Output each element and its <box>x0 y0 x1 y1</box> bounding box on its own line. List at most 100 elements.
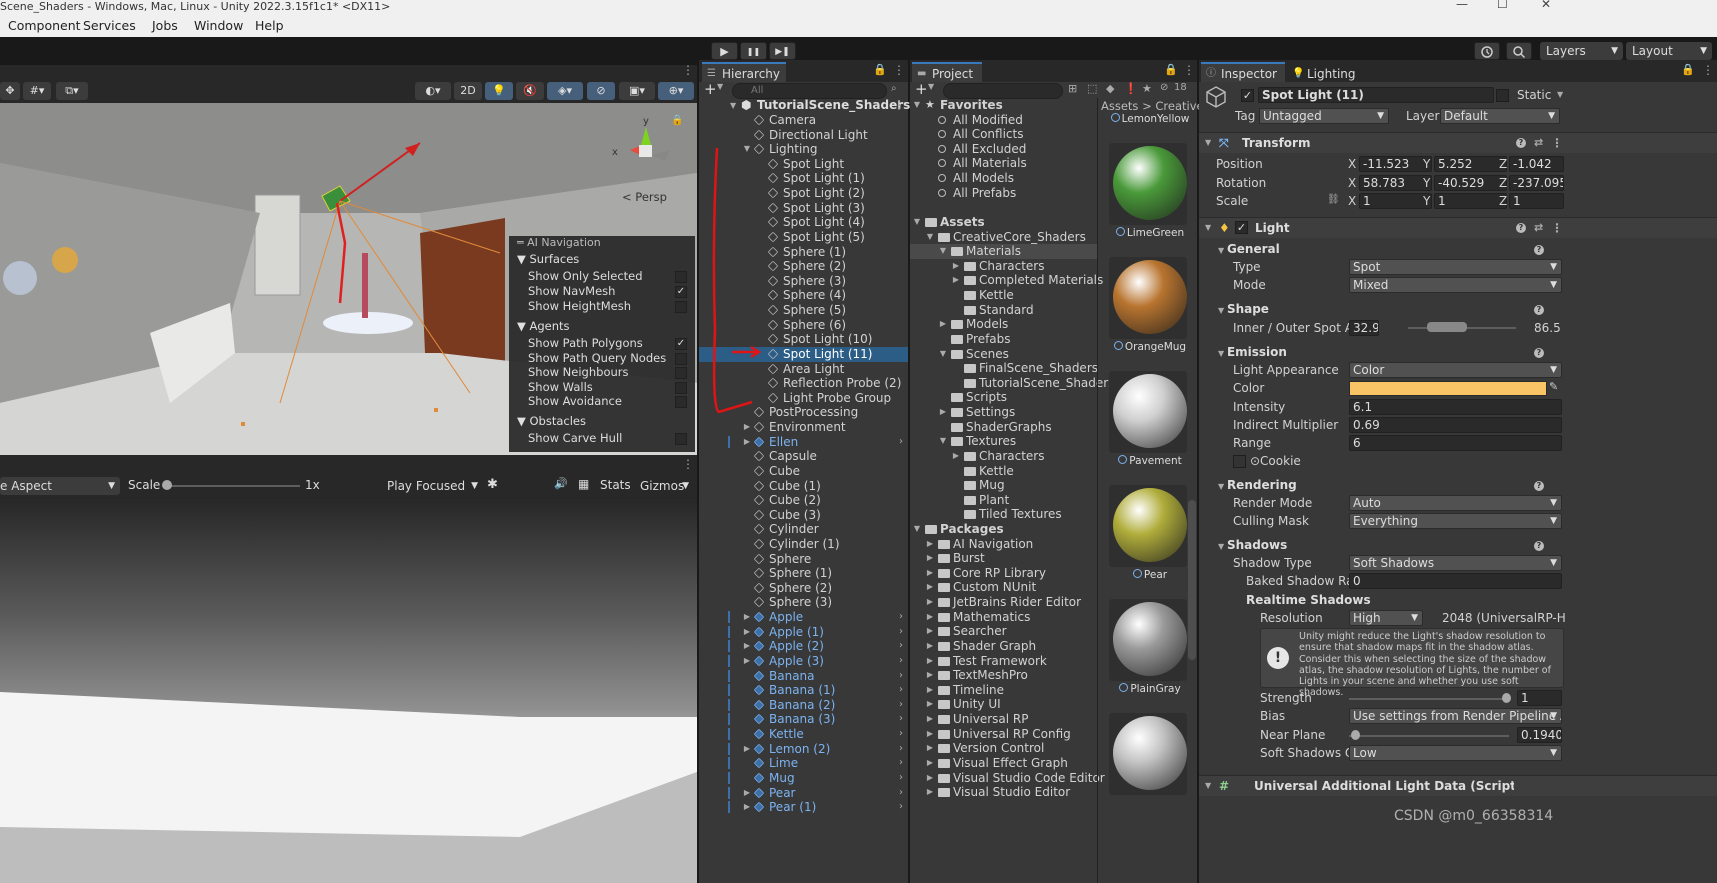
material-thumbnail[interactable] <box>1109 599 1187 681</box>
project-row[interactable]: ▶ Settings <box>910 405 1097 420</box>
project-row[interactable]: ShaderGraphs <box>910 420 1097 435</box>
tab-inspector[interactable]: ⓘ Inspector <box>1201 62 1285 82</box>
chevron-down-icon[interactable]: ▼ <box>928 82 934 91</box>
strength-slider-knob[interactable] <box>1502 693 1511 703</box>
hierarchy-row[interactable]: Lime › <box>699 756 908 771</box>
project-row[interactable]: Standard <box>910 303 1097 318</box>
hierarchy-row[interactable]: Cube <box>699 464 908 479</box>
project-row[interactable]: ▼ Textures <box>910 434 1097 449</box>
static-checkbox[interactable] <box>1496 89 1509 102</box>
hierarchy-row[interactable]: Sphere (1) <box>699 566 908 581</box>
fold-icon[interactable]: ▶ <box>951 273 961 287</box>
more-icon[interactable]: ⋮ <box>1183 63 1195 77</box>
fold-icon[interactable]: ▼ <box>912 98 922 112</box>
project-row[interactable]: ▶ Characters <box>910 259 1097 274</box>
fold-icon[interactable]: ▼ <box>938 347 948 361</box>
project-row[interactable]: ▶ Characters <box>910 449 1097 464</box>
fold-icon[interactable]: ▼ <box>730 98 736 113</box>
material-thumbnail[interactable] <box>1109 143 1187 225</box>
fold-icon[interactable]: ▶ <box>742 742 752 756</box>
minimize-button[interactable]: — <box>1456 0 1468 11</box>
fold-icon[interactable]: ▶ <box>925 741 935 755</box>
section-emission[interactable]: ▼ Emission <box>1218 345 1287 359</box>
show-only-selected-checkbox[interactable] <box>675 271 687 283</box>
hierarchy-row[interactable]: Cylinder (1) <box>699 537 908 552</box>
fold-icon[interactable]: ▶ <box>742 639 752 653</box>
hierarchy-row[interactable]: ▶ Lemon (2) › <box>699 742 908 757</box>
indirect-multiplier-field[interactable]: 0.69 <box>1349 417 1562 433</box>
project-row[interactable]: ▶ Visual Effect Graph <box>910 756 1097 771</box>
bias-dropdown[interactable]: Use settings from Render Pipeline Ass ▼ <box>1349 708 1562 724</box>
project-row[interactable]: ▶ Version Control <box>910 741 1097 756</box>
chevron-right-icon[interactable]: › <box>899 712 903 726</box>
rotation-y-field[interactable]: -40.529 <box>1434 175 1507 191</box>
fold-icon[interactable]: ▼ <box>912 215 922 229</box>
section-general[interactable]: ▼ General <box>1218 242 1280 256</box>
project-row[interactable]: Tiled Textures <box>910 507 1097 522</box>
scale-z-label[interactable]: Z <box>1499 193 1507 209</box>
fold-icon[interactable]: ▶ <box>925 566 935 580</box>
help-icon[interactable]: ? <box>1516 223 1526 233</box>
project-row[interactable]: ▶ AI Navigation <box>910 537 1097 552</box>
section-shape[interactable]: ▼ Shape <box>1218 302 1269 316</box>
scene-menu-icon[interactable]: ⋮ <box>893 98 905 113</box>
fold-icon[interactable]: ▶ <box>925 654 935 668</box>
visibility-toggle-icon[interactable]: ⊘ <box>587 82 615 100</box>
perspective-label[interactable]: < Persp <box>622 190 667 204</box>
fold-icon[interactable]: ▶ <box>925 595 935 609</box>
chevron-right-icon[interactable]: › <box>899 756 903 770</box>
fold-icon[interactable]: ▶ <box>951 259 961 273</box>
lock-icon[interactable]: 🔒 <box>1164 63 1178 76</box>
project-row[interactable]: ▼ CreativeCore_Shaders <box>910 230 1097 245</box>
scale-x-field[interactable]: 1 <box>1359 193 1432 209</box>
component-menu-icon[interactable]: ⋮ <box>1551 133 1563 153</box>
help-icon[interactable]: ? <box>1534 481 1544 491</box>
fold-icon[interactable]: ▶ <box>742 420 752 434</box>
fold-icon[interactable]: ▶ <box>925 580 935 594</box>
fold-icon[interactable]: ▶ <box>742 654 752 668</box>
fold-icon[interactable]: ▶ <box>742 800 752 814</box>
gizmos-icon[interactable]: ⊕▾ <box>658 82 694 100</box>
active-checkbox[interactable]: ✓ <box>1241 89 1254 102</box>
fold-icon[interactable]: ▶ <box>938 317 948 331</box>
position-y-field[interactable]: 5.252 <box>1434 156 1507 172</box>
soft-shadows-quality-dropdown[interactable]: Low ▼ <box>1349 745 1562 761</box>
help-icon[interactable]: ? <box>1534 245 1544 255</box>
show-carve-hull-checkbox[interactable] <box>675 433 687 445</box>
material-thumbnail[interactable] <box>1109 485 1187 567</box>
chevron-right-icon[interactable]: › <box>899 669 903 683</box>
show-heightmesh-checkbox[interactable] <box>675 301 687 313</box>
hierarchy-row[interactable]: Banana (1) › <box>699 683 908 698</box>
range-field[interactable]: 6 <box>1349 435 1562 451</box>
rotation-y-label[interactable]: Y <box>1423 175 1430 191</box>
game-view[interactable] <box>0 497 697 883</box>
intensity-field[interactable]: 6.1 <box>1349 399 1562 415</box>
project-row[interactable]: Plant <box>910 493 1097 508</box>
project-row[interactable]: ▶ Completed Materials <box>910 273 1103 288</box>
project-row[interactable]: TutorialScene_Shaders <box>910 376 1114 391</box>
project-row[interactable]: ▼ Assets <box>910 215 1097 230</box>
fold-icon[interactable]: ▶ <box>742 625 752 639</box>
inner-spot-angle-field[interactable]: 32.9 <box>1349 320 1379 336</box>
hierarchy-row[interactable]: Banana (2) › <box>699 698 908 713</box>
menu-window[interactable]: Window <box>194 18 243 33</box>
preset-icon[interactable]: ⇄ <box>1534 133 1543 153</box>
toggle-2d-button[interactable]: 2D <box>454 82 482 100</box>
fold-icon[interactable]: ▶ <box>925 712 935 726</box>
preset-icon[interactable]: ⇄ <box>1534 218 1543 238</box>
chevron-right-icon[interactable]: › <box>899 625 903 639</box>
hierarchy-row[interactable]: ▶ Pear (1) › <box>699 800 908 815</box>
show-avoidance-checkbox[interactable] <box>675 396 687 408</box>
material-label[interactable]: PlainGray <box>1105 683 1195 695</box>
chevron-right-icon[interactable]: › <box>899 786 903 800</box>
baked-shadow-radius-field[interactable]: 0 <box>1349 573 1562 589</box>
material-label[interactable]: LemonYellow <box>1105 113 1195 125</box>
hierarchy-row[interactable]: Kettle › <box>699 727 908 742</box>
section-obstacles[interactable]: ▼ Obstacles <box>517 414 586 428</box>
hierarchy-row[interactable]: ▶ Apple (2) › <box>699 639 908 654</box>
chevron-right-icon[interactable]: › <box>899 683 903 697</box>
menu-jobs[interactable]: Jobs <box>152 18 178 33</box>
mode-dropdown[interactable]: Mixed ▼ <box>1349 277 1562 293</box>
hierarchy-row[interactable]: Sphere (2) <box>699 581 908 596</box>
project-search-input[interactable] <box>943 83 1063 99</box>
